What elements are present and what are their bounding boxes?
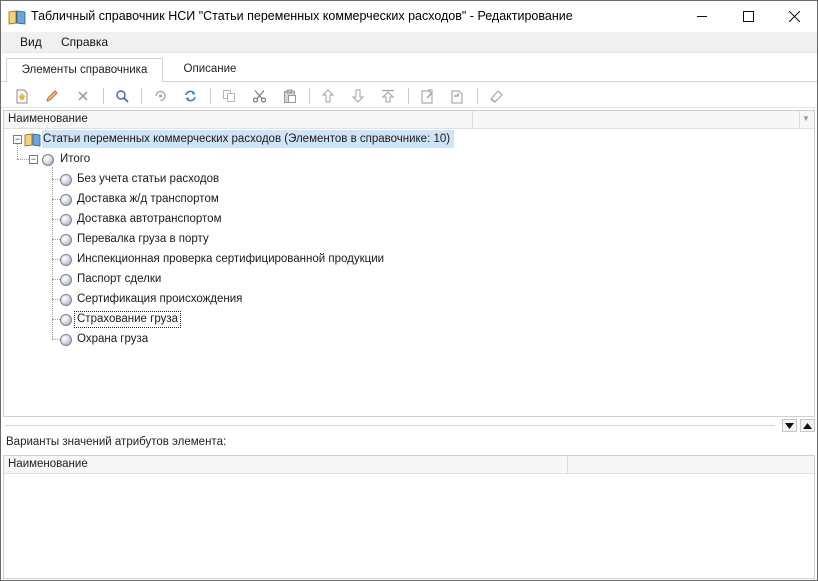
book-icon [8,9,26,25]
minimize-button[interactable] [679,1,725,32]
toolbar [1,84,817,108]
tree-item-label: Перевалка груза в порту [77,233,209,245]
toolbar-separator [408,88,409,104]
tree-item-row[interactable]: Инспекционная проверка сертифицированной… [4,250,814,270]
tree-item-label: Инспекционная проверка сертифицированной… [77,253,385,265]
tree-column-header: Наименование ▼ [4,111,814,129]
column-divider[interactable] [567,456,568,474]
element-bullet-icon [42,154,54,166]
tree-item-label: Охрана груза [77,333,149,345]
element-bullet-icon [60,174,72,186]
element-bullet-icon [60,274,72,286]
tree-item-label: Доставка ж/д транспортом [77,193,219,205]
maximize-button[interactable] [725,1,771,32]
tree-group-label: Итого [60,153,91,165]
menu-bar: Вид Справка [1,32,817,53]
collapse-icon[interactable]: − [29,155,38,164]
refresh-link-icon[interactable] [151,87,169,105]
tab-strip: Элементы справочника Описание [1,58,817,83]
copy-icon[interactable] [220,87,238,105]
cut-icon[interactable] [250,87,268,105]
column-divider[interactable] [472,111,473,129]
move-up-icon[interactable] [319,87,337,105]
tree-item-label: Без учета статьи расходов [77,173,220,185]
tree-item-row[interactable]: Паспорт сделки [4,270,814,290]
tree-root-row[interactable]: − Статьи переменных коммерческих расходо… [4,130,814,150]
collapse-up-button[interactable] [800,419,815,432]
window-title: Табличный справочник НСИ "Статьи перемен… [31,9,573,23]
collapse-icon[interactable]: − [13,135,22,144]
panel-splitter[interactable] [5,425,775,426]
tab-description[interactable]: Описание [167,58,253,83]
element-bullet-icon [60,194,72,206]
toolbar-separator [141,88,142,104]
column-dropdown-icon[interactable]: ▼ [802,114,810,123]
tree-item-row[interactable]: Страхование груза [4,310,814,330]
tree-item-row[interactable]: Сертификация происхождения [4,290,814,310]
collapse-down-button[interactable] [782,419,797,432]
new-element-icon[interactable] [13,87,31,105]
tree-item-label: Страхование груза [77,313,179,325]
refresh-icon[interactable] [181,87,199,105]
move-top-icon[interactable] [379,87,397,105]
element-bullet-icon [60,334,72,346]
delete-x-icon[interactable] [74,87,92,105]
menu-help[interactable]: Справка [61,35,108,49]
tree-item-label: Доставка автотранспортом [77,213,222,225]
title-bar: Табличный справочник НСИ "Статьи перемен… [1,1,817,32]
column-name-header[interactable]: Наименование [8,458,88,470]
column-divider [799,111,800,129]
element-bullet-icon [60,234,72,246]
app-window: Табличный справочник НСИ "Статьи перемен… [0,0,818,581]
attributes-column-header: Наименование [4,456,814,474]
move-down-icon[interactable] [349,87,367,105]
import-icon[interactable] [418,87,436,105]
toolbar-separator [210,88,211,104]
tree-item-row[interactable]: Доставка ж/д транспортом [4,190,814,210]
column-name-header[interactable]: Наименование [8,113,88,125]
element-bullet-icon [60,254,72,266]
attributes-label: Варианты значений атрибутов элемента: [6,436,227,448]
tree-view[interactable]: Наименование ▼ − Статьи переменных комме… [3,110,815,417]
tree-root-label: Статьи переменных коммерческих расходов … [43,133,451,145]
tree-item-row[interactable]: Охрана груза [4,330,814,350]
menu-view[interactable]: Вид [20,35,42,49]
element-bullet-icon [60,314,72,326]
tree-group-row[interactable]: − Итого [4,150,814,170]
attributes-grid[interactable]: Наименование [3,455,815,579]
toolbar-separator [477,88,478,104]
element-bullet-icon [60,294,72,306]
eraser-icon[interactable] [487,87,505,105]
search-icon[interactable] [113,87,131,105]
book-icon [24,132,41,150]
tree-item-label: Сертификация происхождения [77,293,243,305]
tab-elements[interactable]: Элементы справочника [6,58,163,83]
close-button[interactable] [771,1,817,32]
tree-item-row[interactable]: Перевалка груза в порту [4,230,814,250]
export-icon[interactable] [448,87,466,105]
element-bullet-icon [60,214,72,226]
toolbar-separator [103,88,104,104]
toolbar-separator [309,88,310,104]
paste-icon[interactable] [281,87,299,105]
edit-pencil-icon[interactable] [43,87,61,105]
tree-item-row[interactable]: Доставка автотранспортом [4,210,814,230]
tree-item-row[interactable]: Без учета статьи расходов [4,170,814,190]
tree-item-label: Паспорт сделки [77,273,162,285]
